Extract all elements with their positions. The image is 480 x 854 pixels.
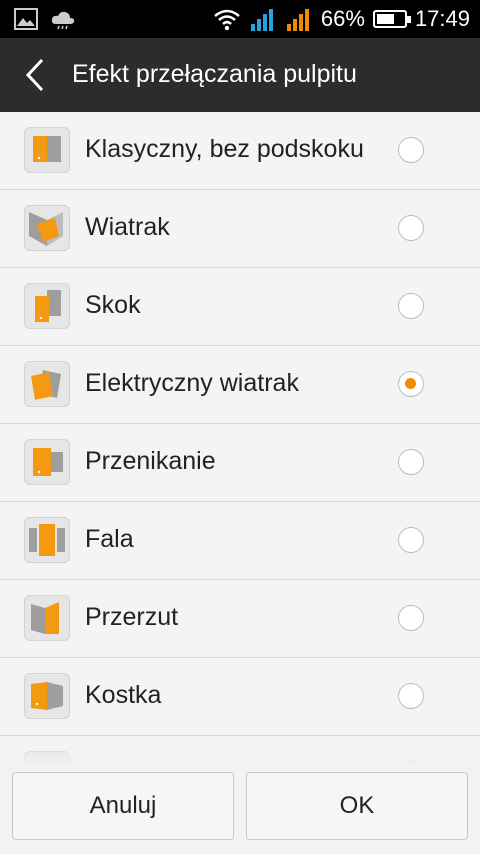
signal-sim1-icon bbox=[250, 9, 273, 31]
effect-options-list[interactable]: Klasyczny, bez podskoku Wiatrak Skok Elektr… bbox=[0, 112, 480, 762]
windmill-effect-icon bbox=[24, 205, 70, 251]
radio-button[interactable] bbox=[398, 137, 424, 163]
radio-button[interactable] bbox=[398, 371, 424, 397]
effect-option-row[interactable]: Przerzut bbox=[0, 580, 480, 658]
clock: 17:49 bbox=[414, 6, 470, 31]
ok-button[interactable]: OK bbox=[246, 772, 468, 840]
effect-option-label: Wiatrak bbox=[85, 213, 170, 241]
battery-percentage: 66% bbox=[320, 6, 365, 31]
title-bar: Efekt przełączania pulpitu bbox=[0, 38, 480, 112]
radio-button[interactable] bbox=[398, 605, 424, 631]
effect-option-row[interactable]: Fala bbox=[0, 502, 480, 580]
jump-effect-icon bbox=[24, 283, 70, 329]
back-arrow-icon[interactable] bbox=[22, 56, 50, 94]
effect-option-row[interactable]: Przenikanie bbox=[0, 424, 480, 502]
classic-effect-icon bbox=[24, 127, 70, 173]
radio-button[interactable] bbox=[398, 527, 424, 553]
radio-button[interactable] bbox=[398, 683, 424, 709]
effect-option-label: Skok bbox=[85, 291, 141, 319]
electric-fan-effect-icon bbox=[24, 361, 70, 407]
weather-notification-icon bbox=[51, 11, 75, 30]
wifi-icon bbox=[214, 9, 240, 31]
wave-effect-icon bbox=[24, 517, 70, 563]
effect-option-row[interactable]: Kostka bbox=[0, 658, 480, 736]
effect-option-label: Przerzut bbox=[85, 603, 179, 631]
page-title: Efekt przełączania pulpitu bbox=[72, 60, 357, 88]
cube-effect-icon bbox=[24, 673, 70, 719]
effect-option-label: Kostka bbox=[85, 681, 162, 709]
effect-option-row[interactable]: Wiatrak bbox=[0, 190, 480, 268]
effect-option-row[interactable]: Klasyczny, bez podskoku bbox=[0, 112, 480, 190]
battery-icon bbox=[372, 10, 411, 28]
status-bar: 66% 17:49 bbox=[0, 0, 480, 38]
dialog-buttons: Anuluj OK bbox=[0, 762, 480, 854]
flip-effect-icon bbox=[24, 595, 70, 641]
crossfade-effect-icon bbox=[24, 439, 70, 485]
effect-option-row[interactable]: Skok bbox=[0, 268, 480, 346]
cancel-button[interactable]: Anuluj bbox=[12, 772, 234, 840]
effect-option-label: Przenikanie bbox=[85, 447, 216, 475]
gallery-notification-icon bbox=[14, 8, 38, 30]
signal-sim2-icon bbox=[286, 9, 309, 31]
radio-button[interactable] bbox=[398, 215, 424, 241]
effect-option-label: Fala bbox=[85, 525, 134, 553]
radio-button[interactable] bbox=[398, 293, 424, 319]
radio-button[interactable] bbox=[398, 449, 424, 475]
effect-option-label: Elektryczny wiatrak bbox=[85, 369, 299, 397]
effect-option-label: Klasyczny, bez podskoku bbox=[85, 135, 364, 163]
effect-option-row[interactable]: Elektryczny wiatrak bbox=[0, 346, 480, 424]
